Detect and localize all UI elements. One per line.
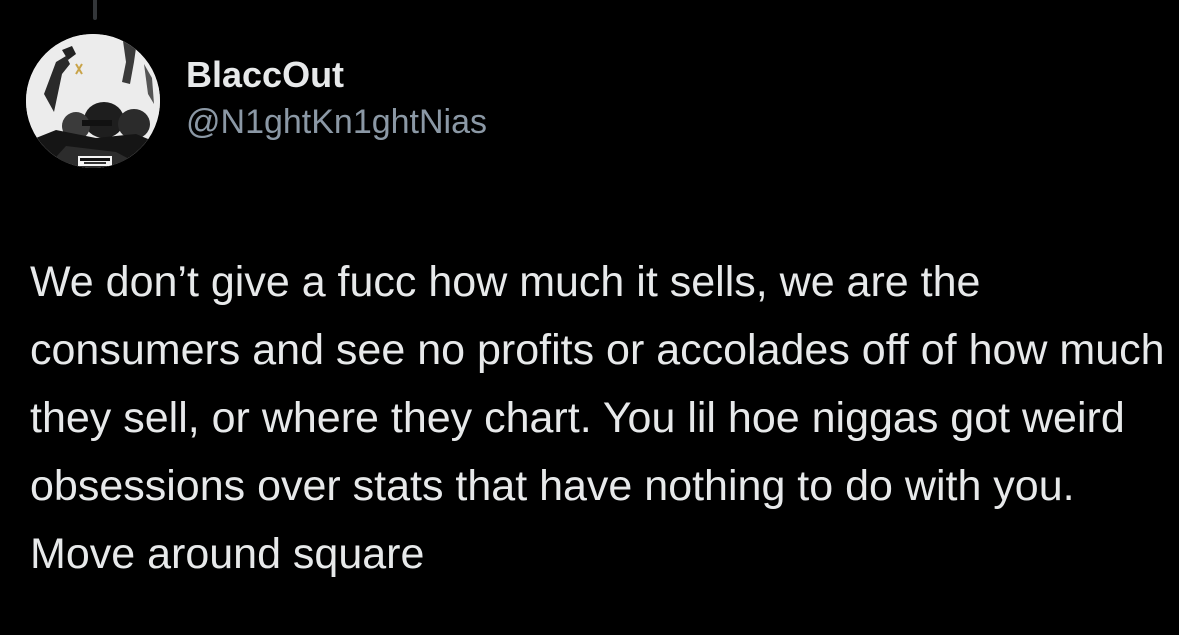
author-info[interactable]: BlaccOut @N1ghtKn1ghtNias [186,52,487,144]
thread-connector-line [93,0,97,20]
tweet-text: We don’t give a fucc how much it sells, … [30,258,1165,578]
display-name[interactable]: BlaccOut [186,52,487,98]
avatar[interactable] [26,34,160,168]
user-handle[interactable]: @N1ghtKn1ghtNias [186,100,487,144]
profile-photo-icon [26,34,160,168]
